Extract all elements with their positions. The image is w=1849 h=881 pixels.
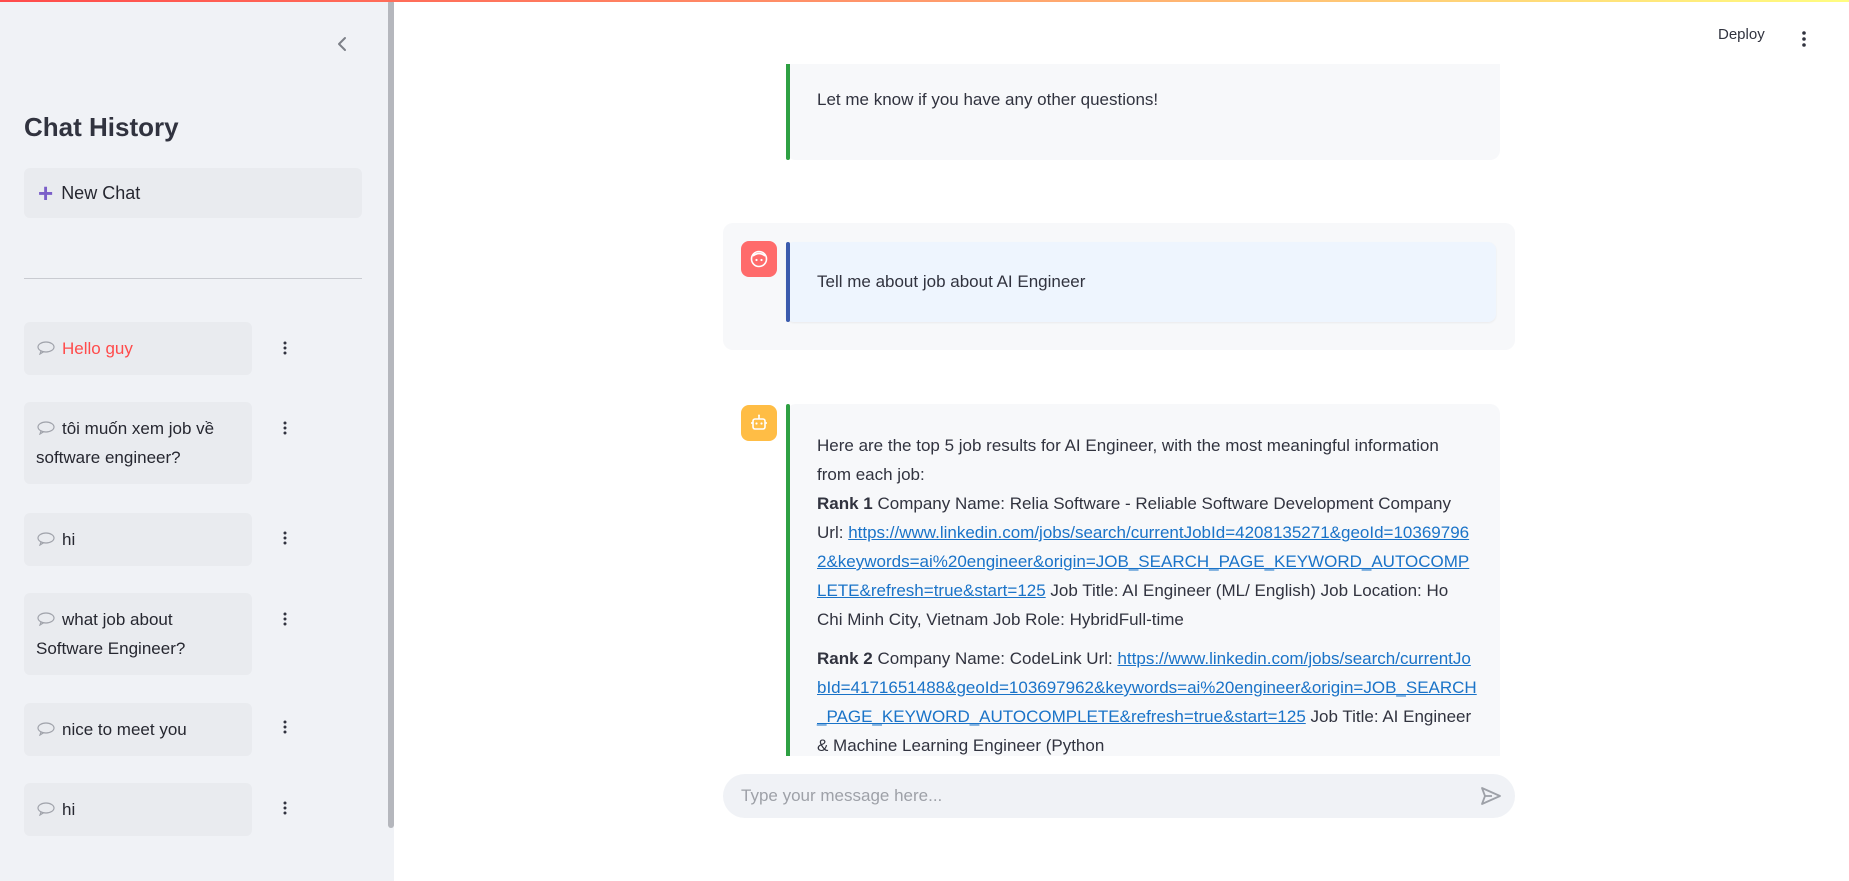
kebab-menu-icon [283,531,287,545]
new-chat-button[interactable]: + New Chat [24,168,362,218]
sidebar-title: Chat History [24,112,179,142]
sidebar-divider [24,278,362,279]
chat-history-label: hi [62,800,76,819]
user-message-bar [786,242,790,322]
rank-label: Rank 2 [817,649,873,668]
speech-bubble-icon [37,721,55,736]
plus-icon: + [38,178,54,208]
chat-history-item[interactable]: hi [24,513,252,566]
robot-icon [751,414,767,430]
chat-history-item[interactable]: what job about Software Engineer? [24,593,252,675]
sidebar-scrollbar[interactable] [388,0,394,828]
job-result-rank-1: Rank 1 Company Name: Relia Software - Re… [817,489,1477,634]
chat-options-button[interactable] [278,717,292,737]
deploy-button[interactable]: Deploy [1718,26,1765,43]
chat-options-button[interactable] [278,609,292,629]
chevron-left-icon [338,37,346,51]
rank-label: Rank 1 [817,494,873,513]
chat-history-label: what job about Software Engineer? [36,610,186,658]
speech-bubble-icon [37,801,55,816]
chat-options-button[interactable] [278,798,292,818]
assistant-intro: Here are the top 5 job results for AI En… [817,436,1439,484]
chat-history-item[interactable]: hi [24,783,252,836]
sidebar: Chat History + New Chat Hello guy tôi mu… [0,0,394,881]
speech-bubble-icon [37,611,55,626]
kebab-menu-icon [283,341,287,355]
kebab-menu-icon [1802,31,1806,47]
new-chat-label: New Chat [61,182,141,203]
assistant-message-bar [786,404,790,756]
user-face-icon [750,250,768,268]
kebab-menu-icon [283,720,287,734]
chat-history-item[interactable]: nice to meet you [24,703,252,756]
speech-bubble-icon [37,420,55,435]
send-button[interactable] [1478,784,1504,808]
user-avatar [741,241,777,277]
chat-history-item[interactable]: tôi muốn xem job về software engineer? [24,402,252,484]
chat-options-button[interactable] [278,338,292,358]
user-message-text: Tell me about job about AI Engineer [817,272,1086,291]
send-icon [1481,787,1501,805]
job-result-rank-2: Rank 2 Company Name: CodeLink Url: https… [817,644,1477,756]
chat-history-label: hi [62,530,76,549]
chat-history-label: tôi muốn xem job về software engineer? [36,419,215,467]
chat-messages-area[interactable]: Let me know if you have any other questi… [723,64,1523,756]
kebab-menu-icon [283,421,287,435]
chat-history-label: Hello guy [62,339,133,358]
assistant-avatar [741,405,777,441]
top-accent-bar [0,0,1849,2]
speech-bubble-icon [37,340,55,355]
chat-history-item[interactable]: Hello guy [24,322,252,375]
assistant-message-bar [786,64,790,160]
assistant-message-text: Let me know if you have any other questi… [817,90,1159,109]
main-menu-button[interactable] [1796,26,1812,52]
chat-options-button[interactable] [278,528,292,548]
chat-options-button[interactable] [278,418,292,438]
kebab-menu-icon [283,612,287,626]
assistant-response: Here are the top 5 job results for AI En… [817,431,1477,756]
speech-bubble-icon [37,531,55,546]
collapse-sidebar-button[interactable] [330,32,354,56]
chat-message-input[interactable] [723,774,1515,818]
company-text: Company Name: CodeLink Url: [872,649,1113,668]
chat-history-label: nice to meet you [62,720,187,739]
kebab-menu-icon [283,801,287,815]
